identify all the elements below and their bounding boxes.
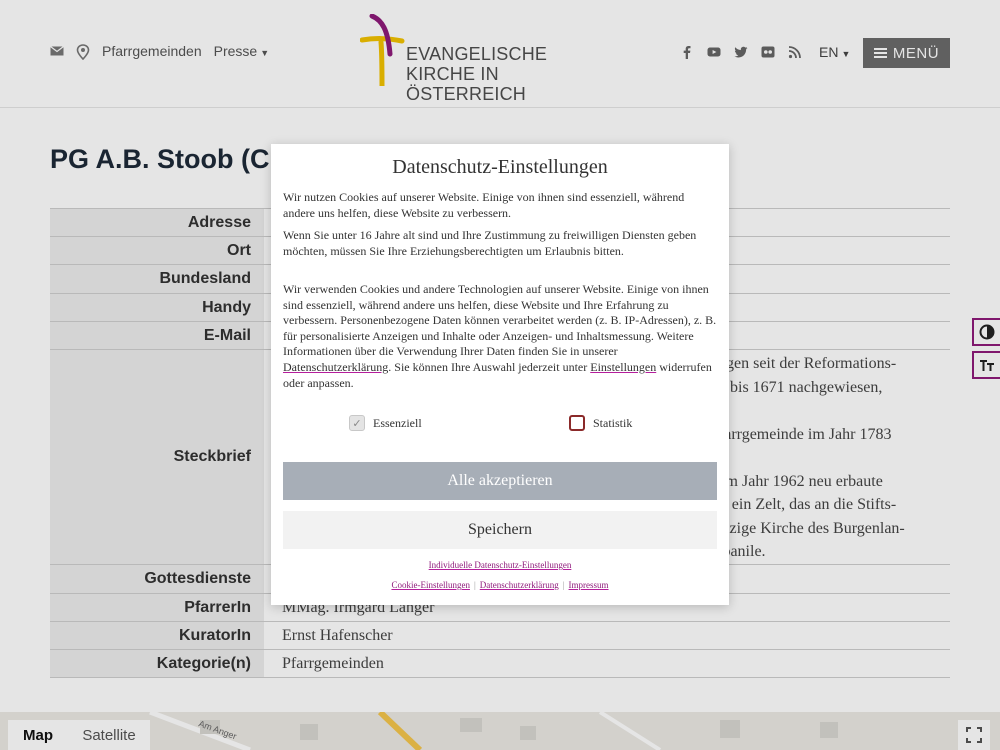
link-separator: | [562, 580, 565, 590]
checkbox-label: Essenziell [373, 415, 422, 430]
dialog-footer-links: Cookie-Einstellungen | Datenschutzerklär… [271, 580, 729, 590]
checkbox-empty-icon [569, 415, 585, 431]
checkbox-essential[interactable]: ✓ Essenziell [349, 415, 422, 431]
checkbox-statistics[interactable]: Statistik [569, 415, 632, 431]
checkbox-checked-icon: ✓ [349, 415, 365, 431]
consent-age-text: Wenn Sie unter 16 Jahre alt sind und Ihr… [283, 228, 697, 258]
individual-settings-label: Individuelle Datenschutz-Einstellungen [428, 560, 572, 570]
imprint-link[interactable]: Impressum [569, 580, 609, 590]
privacy-statement-link[interactable]: Datenschutzerklärung [480, 580, 559, 590]
consent-details-part: Wir verwenden Cookies und andere Technol… [283, 282, 717, 359]
consent-intro-text: Wir nutzen Cookies auf unserer Website. … [283, 190, 685, 220]
checkbox-label: Statistik [593, 415, 633, 430]
settings-link[interactable]: Einstellungen [590, 360, 656, 374]
save-button[interactable]: Speichern [283, 511, 717, 549]
individual-settings-link[interactable]: Individuelle Datenschutz-Einstellungen [271, 560, 729, 570]
dialog-title: Datenschutz-Einstellungen [392, 156, 608, 178]
consent-details-part: . Sie können Ihre Auswahl jederzeit unte… [388, 359, 591, 374]
privacy-consent-dialog: Datenschutz-Einstellungen Wir nutzen Coo… [271, 144, 729, 605]
link-separator: | [473, 580, 476, 590]
privacy-policy-link[interactable]: Datenschutzerklärung [283, 360, 388, 374]
consent-checkboxes: ✓ Essenziell Statistik [271, 415, 729, 433]
accept-all-button[interactable]: Alle akzeptieren [283, 462, 717, 500]
cookie-settings-link[interactable]: Cookie-Einstellungen [391, 580, 470, 590]
consent-details-text: Wir verwenden Cookies und andere Technol… [283, 282, 717, 391]
